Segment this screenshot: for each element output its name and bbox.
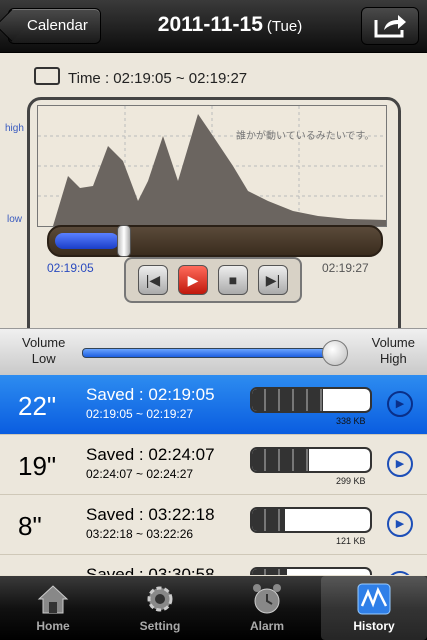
level-meter <box>250 567 372 575</box>
level-meter-fill <box>252 449 309 471</box>
play-icon: ▶ <box>187 272 199 288</box>
recording-row[interactable]: 19" Saved : 02:24:07 02:24:07 ~ 02:24:27 29… <box>0 435 427 495</box>
volume-high-label: Volume High <box>372 335 415 367</box>
recording-row[interactable]: 22" Saved : 02:19:05 02:19:05 ~ 02:19:27 33… <box>0 375 427 435</box>
recording-list: 22" Saved : 02:19:05 02:19:05 ~ 02:19:27 33… <box>0 375 427 575</box>
recording-row[interactable]: 8" Saved : 03:22:18 03:22:18 ~ 03:22:26 121… <box>0 495 427 555</box>
volume-knob[interactable] <box>322 340 348 366</box>
low-label: low <box>7 214 23 225</box>
player-panel: Time : 02:19:05 ~ 02:19:27 high low 誰かが動… <box>0 53 427 353</box>
share-icon <box>374 15 406 38</box>
back-button-label: Calendar <box>27 17 88 34</box>
end-time: 02:19:27 <box>322 261 369 275</box>
tab-home[interactable]: Home <box>0 576 106 640</box>
page-title: 2011-11-15 (Tue) <box>120 13 340 37</box>
recording-range: 02:19:05 ~ 02:19:27 <box>86 407 194 421</box>
previous-button[interactable]: |◀ <box>138 265 168 295</box>
tab-label: History <box>353 619 395 633</box>
time-range: Time : 02:19:05 ~ 02:19:27 <box>34 67 247 87</box>
motion-note: 誰かが動いているみたいです。 <box>236 131 375 142</box>
volume-slider[interactable] <box>82 348 332 358</box>
recording-duration: 22" <box>18 391 57 421</box>
file-size: 299 KB <box>336 476 366 486</box>
waveform-icon <box>356 582 392 616</box>
share-button[interactable] <box>361 7 419 45</box>
recording-range: 03:22:18 ~ 03:22:26 <box>86 527 194 541</box>
level-meter <box>250 387 372 413</box>
play-button[interactable]: ▶ <box>178 265 208 295</box>
gear-icon <box>142 582 178 616</box>
recording-range: 02:24:07 ~ 02:24:27 <box>86 467 194 481</box>
recording-saved-time: Saved : 02:24:07 <box>86 445 215 464</box>
tab-label: Home <box>36 619 70 633</box>
high-label: high <box>5 123 24 134</box>
level-meter <box>250 447 372 473</box>
tab-setting[interactable]: Setting <box>107 576 213 640</box>
playback-progress[interactable] <box>47 225 383 257</box>
stop-icon: ■ <box>228 272 238 288</box>
file-size: 338 KB <box>336 416 366 426</box>
volume-low-text: Volume Low <box>22 335 66 366</box>
tab-history[interactable]: History <box>321 576 427 640</box>
recording-row[interactable]: Saved : 03:30:58 ▶ <box>0 555 427 575</box>
tab-alarm[interactable]: Alarm <box>214 576 320 640</box>
next-icon: ▶| <box>265 272 281 288</box>
next-button[interactable]: ▶| <box>258 265 288 295</box>
progress-fill <box>55 233 119 249</box>
file-size: 121 KB <box>336 536 366 546</box>
navigation-bar: Calendar 2011-11-15 (Tue) <box>0 0 427 53</box>
stop-button[interactable]: ■ <box>218 265 248 295</box>
tab-bar: Home Setting Alarm History <box>0 576 427 640</box>
recording-duration: 8" <box>18 511 42 541</box>
sound-graph-chart <box>38 106 386 226</box>
play-circle-icon[interactable]: ▶ <box>387 451 413 477</box>
level-meter-fill <box>252 569 288 575</box>
level-meter-fill <box>252 509 286 531</box>
recording-duration: 19" <box>18 451 57 481</box>
recording-saved-time: Saved : 03:22:18 <box>86 505 215 524</box>
previous-icon: |◀ <box>145 272 161 288</box>
alarm-clock-icon <box>249 582 285 616</box>
volume-bar: Volume Low Volume High <box>0 328 427 376</box>
home-icon <box>35 582 71 616</box>
tab-label: Alarm <box>249 619 284 633</box>
progress-knob[interactable] <box>117 225 131 257</box>
time-label: Time : 02:19:05 ~ 02:19:27 <box>68 70 248 87</box>
play-circle-icon[interactable]: ▶ <box>387 571 413 575</box>
play-circle-icon[interactable]: ▶ <box>387 511 413 537</box>
recording-saved-time: Saved : 03:30:58 <box>86 565 215 575</box>
playback-controls: |◀ ▶ ■ ▶| <box>124 257 302 303</box>
start-time: 02:19:05 <box>47 261 94 275</box>
back-button[interactable]: Calendar <box>8 8 101 44</box>
recording-saved-time: Saved : 02:19:05 <box>86 385 215 404</box>
cassette-icon <box>34 67 60 85</box>
level-meter <box>250 507 372 533</box>
level-meter-fill <box>252 389 323 411</box>
title-date: 2011-11-15 <box>157 13 263 36</box>
title-weekday: (Tue) <box>266 18 303 35</box>
tab-label: Setting <box>139 619 181 633</box>
play-circle-icon[interactable]: ▶ <box>387 391 413 417</box>
volume-low-label: Volume Low <box>22 335 65 367</box>
sound-graph <box>37 105 387 227</box>
volume-high-text: Volume High <box>371 335 415 366</box>
